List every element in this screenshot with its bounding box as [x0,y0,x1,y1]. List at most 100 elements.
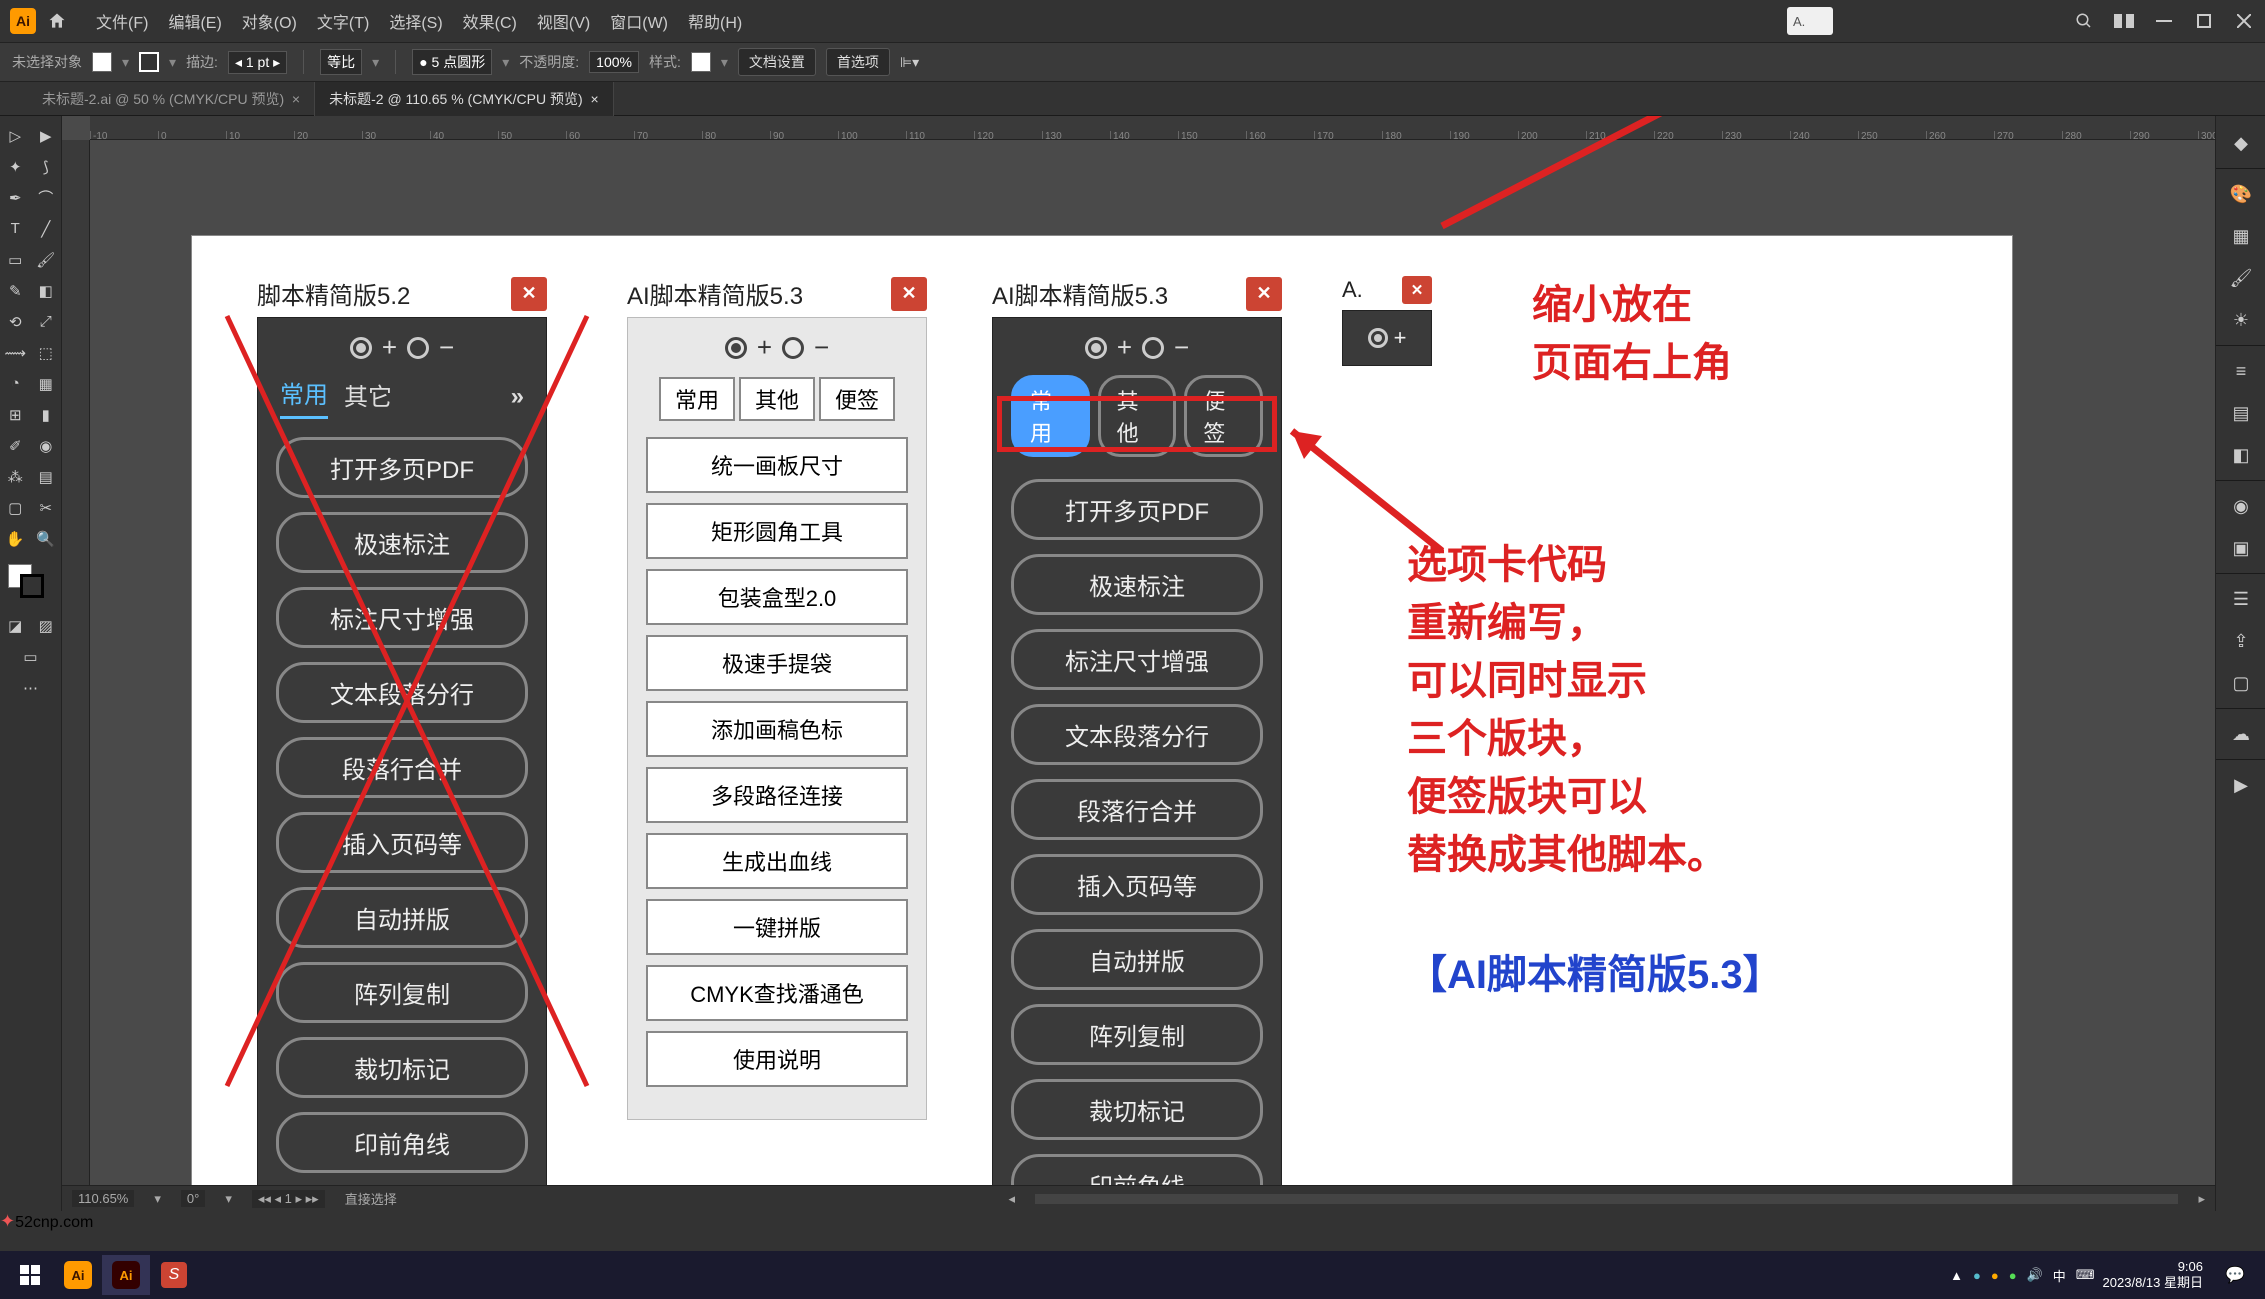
panel52-btn-2[interactable]: 标注尺寸增强 [276,587,528,648]
panel53d-btn-5[interactable]: 插入页码等 [1011,854,1263,915]
tool-line[interactable]: ╱ [31,213,62,244]
tool-type[interactable]: T [0,213,31,244]
panel52-btn-7[interactable]: 阵列复制 [276,962,528,1023]
panel-stroke-icon[interactable]: ≡ [2216,350,2265,392]
panel53l-tab-c[interactable]: 便签 [819,377,895,421]
minimize-icon[interactable] [2153,10,2175,32]
panel52-expand[interactable]: » [511,383,524,411]
rotate-field[interactable]: 0° [181,1190,205,1207]
panel52-btn-0[interactable]: 打开多页PDF [276,437,528,498]
menu-edit[interactable]: 编辑(E) [158,9,231,33]
panel53l-close[interactable]: ✕ [891,277,927,311]
panel52-btn-8[interactable]: 裁切标记 [276,1037,528,1098]
tool-curvature[interactable]: ⌒ [31,182,62,213]
tool-artboard[interactable]: ▢ [0,492,31,523]
panel53l-btn-2[interactable]: 包装盒型2.0 [646,569,908,625]
menu-effect[interactable]: 效果(C) [453,9,527,33]
panel53d-btn-7[interactable]: 阵列复制 [1011,1004,1263,1065]
tool-eyedropper[interactable]: ✐ [0,430,31,461]
menu-file[interactable]: 文件(F) [86,9,158,33]
panel-gradient-icon[interactable]: ▤ [2216,392,2265,434]
panel53l-btn-8[interactable]: CMYK查找潘通色 [646,965,908,1021]
panel-asset-export-icon[interactable]: ⇪ [2216,620,2265,662]
panel52-tab-b[interactable]: 其它 [344,377,392,418]
tool-brush[interactable]: 🖌 [31,244,62,275]
tool-magic-wand[interactable]: ✦ [0,151,31,182]
taskbar-ai-1[interactable]: Ai [54,1255,102,1295]
panel-artboards-icon[interactable]: ▢ [2216,662,2265,704]
corner-field[interactable]: ● 5 点圆形 [412,49,492,75]
tray-icon[interactable]: ● [1973,1268,1981,1283]
menu-window[interactable]: 窗口(W) [600,9,678,33]
style-swatch[interactable] [691,52,711,72]
fill-swatch[interactable] [92,52,112,72]
tool-width[interactable]: ⟿ [0,337,31,368]
tray-ime-icon[interactable]: 中 [2053,1266,2066,1285]
radio-icon[interactable] [1142,337,1164,359]
panel52-btn-1[interactable]: 极速标注 [276,512,528,573]
panel52-tab-a[interactable]: 常用 [280,375,328,419]
opacity-field[interactable]: 100% [589,51,639,73]
tool-perspective[interactable]: ▦ [31,368,62,399]
panel52-btn-4[interactable]: 段落行合并 [276,737,528,798]
close-icon[interactable] [2233,10,2255,32]
doc-setup-button[interactable]: 文档设置 [738,48,816,76]
panel-layers-icon[interactable]: ☰ [2216,578,2265,620]
menu-type[interactable]: 文字(T) [307,9,379,33]
tool-mesh[interactable]: ⊞ [0,399,31,430]
panel53l-tab-b[interactable]: 其他 [739,377,815,421]
arrange-icon[interactable] [2113,10,2135,32]
tool-selection[interactable]: ▷ [0,120,31,151]
panel53d-btn-1[interactable]: 极速标注 [1011,554,1263,615]
tool-shaper[interactable]: ✎ [0,275,31,306]
menu-object[interactable]: 对象(O) [232,9,307,33]
panel-graphic-styles-icon[interactable]: ▣ [2216,527,2265,569]
panel-transparency-icon[interactable]: ◧ [2216,434,2265,476]
canvas-area[interactable]: -100102030405060708090100110120130140150… [62,116,2215,1211]
tool-free-transform[interactable]: ⬚ [31,337,62,368]
align-icon[interactable]: ⊫▾ [900,54,919,71]
tool-lasso[interactable]: ⟆ [31,151,62,182]
gradient-mode[interactable]: ▨ [31,610,62,641]
taskbar-ai-2[interactable]: Ai [102,1255,150,1295]
search-icon[interactable] [2073,10,2095,32]
maximize-icon[interactable] [2193,10,2215,32]
tool-symbol-spray[interactable]: ⁂ [0,461,31,492]
home-icon[interactable] [44,8,70,34]
panel52-btn-9[interactable]: 印前角线 [276,1112,528,1173]
radio-checked-icon[interactable] [1368,328,1388,348]
taskbar-clock[interactable]: 9:06 2023/8/13 星期日 [2103,1259,2203,1290]
menu-view[interactable]: 视图(V) [527,9,600,33]
tray-volume-icon[interactable]: 🔊 [2027,1267,2043,1283]
tool-blend[interactable]: ◉ [31,430,62,461]
zoom-field[interactable]: 110.65% [72,1190,134,1207]
tool-gradient[interactable]: ▮ [31,399,62,430]
tool-hand[interactable]: ✋ [0,523,31,554]
artboard-nav[interactable]: ◂◂ ◂ 1 ▸ ▸▸ [252,1190,325,1208]
screen-mode[interactable]: ▭ [0,641,61,672]
panel52-btn-5[interactable]: 插入页码等 [276,812,528,873]
panel52-btn-3[interactable]: 文本段落分行 [276,662,528,723]
uniform-field[interactable]: 等比 [320,49,362,75]
panel53l-btn-9[interactable]: 使用说明 [646,1031,908,1087]
panel-libraries-icon[interactable]: ☁ [2216,713,2265,755]
panel-actions-icon[interactable]: ▶ [2216,764,2265,806]
tool-scale[interactable]: ⤢ [31,306,62,337]
panel-symbols-icon[interactable]: ☀ [2216,299,2265,341]
panel-appearance-icon[interactable]: ◉ [2216,485,2265,527]
stroke-swatch[interactable] [139,52,159,72]
tool-graph[interactable]: ▤ [31,461,62,492]
fill-stroke-control[interactable] [0,560,61,610]
tab-doc2[interactable]: 未标题-2 @ 110.65 % (CMYK/CPU 预览) × [315,82,614,116]
tool-rotate[interactable]: ⟲ [0,306,31,337]
panel53l-btn-1[interactable]: 矩形圆角工具 [646,503,908,559]
tool-zoom[interactable]: 🔍 [31,523,62,554]
tool-slice[interactable]: ✂ [31,492,62,523]
panel52-btn-6[interactable]: 自动拼版 [276,887,528,948]
tool-rectangle[interactable]: ▭ [0,244,31,275]
radio-icon[interactable] [782,337,804,359]
panelmini-close[interactable]: ✕ [1402,276,1432,304]
system-tray[interactable]: ▲ ● ● ● 🔊 中 ⌨ [1950,1266,2094,1285]
panel53l-btn-0[interactable]: 统一画板尺寸 [646,437,908,493]
tool-direct-select[interactable]: ▶ [31,120,62,151]
